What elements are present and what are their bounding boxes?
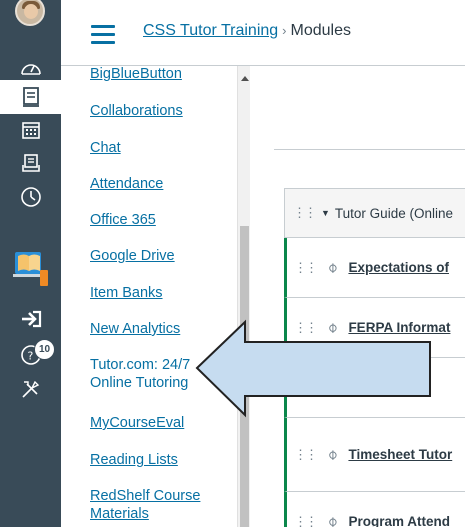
hamburger-menu-icon[interactable] (91, 25, 115, 44)
drag-handle-icon[interactable]: ⋮⋮ (294, 320, 318, 336)
breadcrumb: CSS Tutor Training › Modules (143, 22, 351, 40)
dashboard-icon[interactable] (0, 50, 61, 84)
module-header[interactable]: ⋮⋮ ▼ Tutor Guide (Online (284, 188, 465, 238)
drag-handle-icon[interactable]: ⋮⋮ (294, 447, 318, 463)
breadcrumb-current-page: Modules (290, 22, 351, 39)
module-item-link[interactable]: FERPA Informat (348, 320, 450, 335)
module-item-link[interactable]: Program Attend (348, 514, 450, 527)
course-nav-item-bigbluebutton[interactable]: BigBlueButton (90, 66, 182, 83)
help-notification-badge: 10 (34, 339, 55, 360)
course-nav-item-redshelf-line2[interactable]: Materials (90, 505, 149, 523)
course-nav-item-tutor-com-line2[interactable]: Online Tutoring (90, 374, 188, 392)
account-avatar[interactable] (15, 0, 45, 26)
attachment-icon: ⌀ (323, 318, 341, 336)
module-item[interactable]: ⋮⋮ ⌀ Expectations of (284, 238, 465, 298)
module-title: Tutor Guide (Online (334, 205, 453, 221)
courses-icon[interactable] (0, 80, 61, 114)
breadcrumb-separator-icon: › (282, 23, 287, 38)
drag-handle-icon[interactable]: ⋮⋮ (294, 514, 318, 527)
module-item-link[interactable]: Timesheet Tutor (348, 447, 452, 462)
drag-handle-icon[interactable]: ⋮⋮ (293, 205, 317, 221)
inbox-icon[interactable] (0, 146, 61, 180)
module-item-link[interactable]: Expectations of (348, 260, 449, 275)
attachment-icon: ⌀ (323, 512, 341, 527)
course-nav-item-office-365[interactable]: Office 365 (90, 211, 156, 229)
drag-handle-icon[interactable]: ⋮⋮ (294, 260, 318, 276)
attachment-icon: ⌀ (323, 445, 341, 463)
logout-icon[interactable] (0, 302, 61, 336)
history-icon[interactable] (0, 180, 61, 214)
course-nav-item-attendance[interactable]: Attendance (90, 175, 163, 193)
course-nav-item-chat[interactable]: Chat (90, 139, 121, 157)
course-nav-item-tutor-com-line1[interactable]: Tutor.com: 24/7 (90, 356, 190, 374)
course-nav-item-collaborations[interactable]: Collaborations (90, 102, 183, 120)
modules-content: ⋮⋮ ▼ Tutor Guide (Online ⋮⋮ ⌀ Expectatio… (250, 67, 465, 527)
module-item[interactable]: ⋮⋮ ⌀ Timesheet Tutor (284, 418, 465, 492)
calendar-icon[interactable] (0, 113, 61, 147)
course-nav-item-reading-lists[interactable]: Reading Lists (90, 451, 178, 469)
course-nav-item-redshelf-line1[interactable]: RedShelf Course (90, 487, 200, 505)
collapse-caret-icon[interactable]: ▼ (321, 208, 330, 218)
tools-icon[interactable] (0, 372, 61, 406)
attachment-icon: ⌀ (323, 258, 341, 276)
page-header: CSS Tutor Training › Modules (61, 0, 465, 66)
attachment-icon: ⌀ (323, 378, 341, 396)
course-nav-item-new-analytics[interactable]: New Analytics (90, 320, 180, 338)
module-item[interactable]: ⋮⋮ ⌀ FERPA Informat (284, 298, 465, 358)
scroll-up-arrow-icon[interactable] (241, 76, 249, 81)
commons-icon[interactable] (0, 245, 61, 291)
breadcrumb-course-link[interactable]: CSS Tutor Training (143, 22, 278, 39)
global-navigation: ? 10 (0, 0, 61, 527)
scrollbar-thumb[interactable] (240, 226, 249, 527)
drag-handle-icon[interactable]: ⋮⋮ (294, 380, 318, 396)
course-nav-item-item-banks[interactable]: Item Banks (90, 284, 163, 302)
course-navigation: BigBlueButton Collaborations Chat Attend… (61, 66, 237, 527)
module-item[interactable]: ⋮⋮ ⌀ les (284, 358, 465, 418)
course-nav-scrollbar[interactable] (237, 66, 250, 527)
svg-text:?: ? (27, 350, 33, 363)
course-nav-item-google-drive[interactable]: Google Drive (90, 247, 175, 265)
course-nav-item-mycourseeval[interactable]: MyCourseEval (90, 414, 184, 432)
module-item-link[interactable]: les (368, 380, 387, 395)
divider (274, 149, 465, 150)
module-item[interactable]: ⋮⋮ ⌀ Program Attend (284, 492, 465, 527)
